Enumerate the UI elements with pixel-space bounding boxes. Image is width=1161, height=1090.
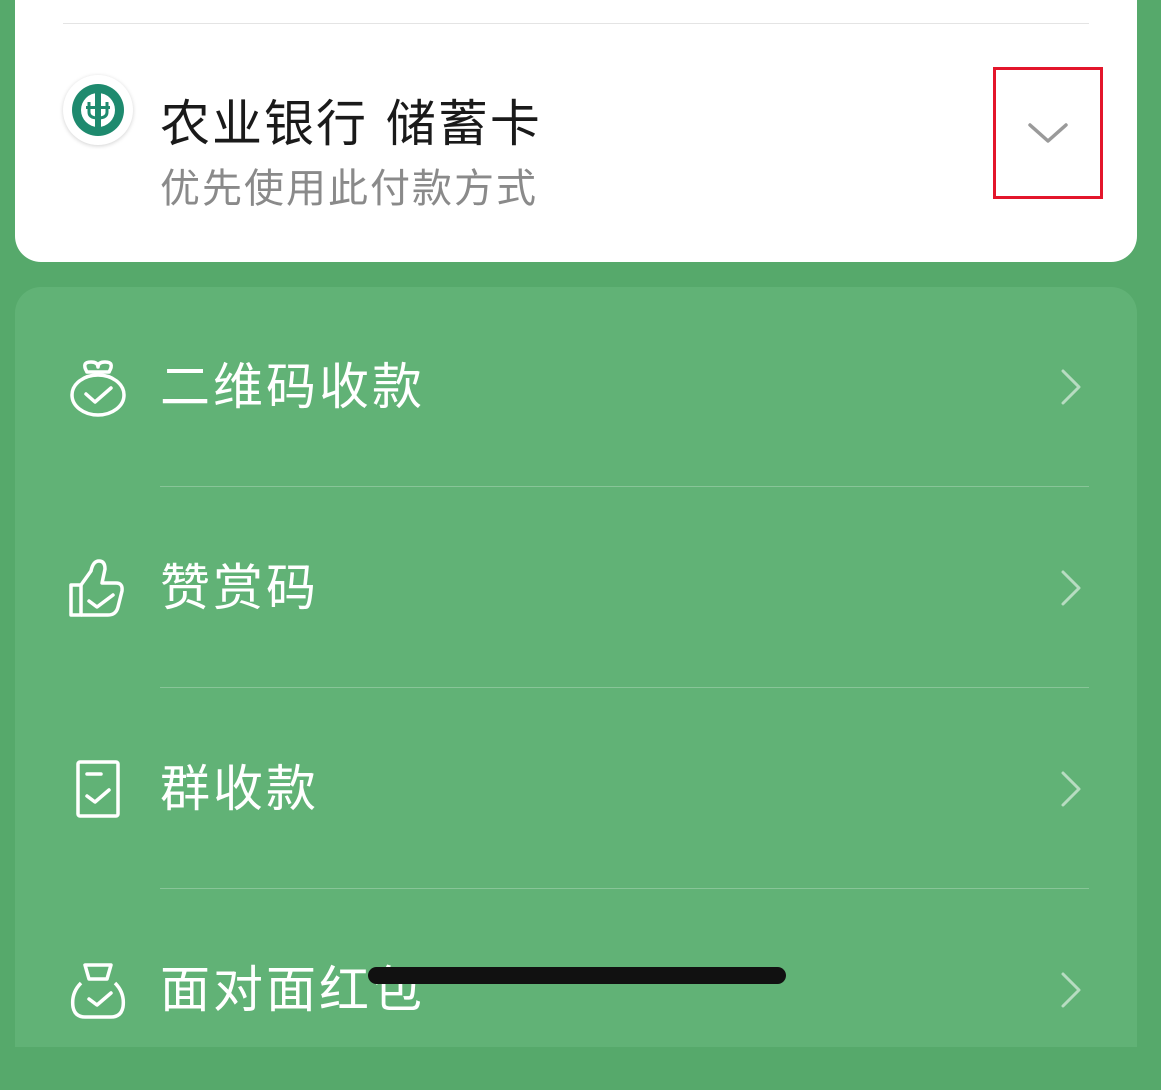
receipt-icon: [76, 760, 120, 818]
money-bag-icon: [70, 360, 126, 417]
chevron-right-icon: [1061, 972, 1081, 1008]
receive-money-menu: 二维码收款 赞赏码 群收款 面对面红包: [15, 287, 1137, 1047]
chevron-right-icon: [1061, 570, 1081, 606]
thumbs-up-icon: [69, 559, 124, 617]
chevron-right-icon: [1061, 369, 1081, 405]
payment-method-card: 农业银行 储蓄卡 优先使用此付款方式: [15, 0, 1137, 262]
menu-item-appreciation-code[interactable]: 赞赏码: [15, 488, 1137, 688]
menu-item-group-collect[interactable]: 群收款: [15, 689, 1137, 889]
menu-item-label: 群收款: [160, 760, 319, 818]
bank-card-name: 农业银行 储蓄卡: [160, 95, 542, 153]
menu-item-label: 赞赏码: [160, 559, 319, 617]
divider: [160, 486, 1089, 487]
menu-item-label: 二维码收款: [160, 358, 425, 416]
divider: [160, 888, 1089, 889]
menu-item-face-to-face-red-packet[interactable]: 面对面红包: [15, 890, 1137, 1090]
divider: [160, 687, 1089, 688]
chevron-right-icon: [1061, 771, 1081, 807]
payment-method-dropdown-button[interactable]: [993, 67, 1103, 199]
preferred-payment-text: 优先使用此付款方式: [160, 166, 538, 212]
divider: [63, 23, 1089, 24]
chevron-down-icon: [1028, 123, 1068, 143]
menu-item-qr-collect[interactable]: 二维码收款: [15, 287, 1137, 487]
agricultural-bank-logo-icon: [63, 75, 133, 145]
red-packet-icon: [70, 963, 126, 1019]
home-indicator[interactable]: [368, 967, 786, 984]
